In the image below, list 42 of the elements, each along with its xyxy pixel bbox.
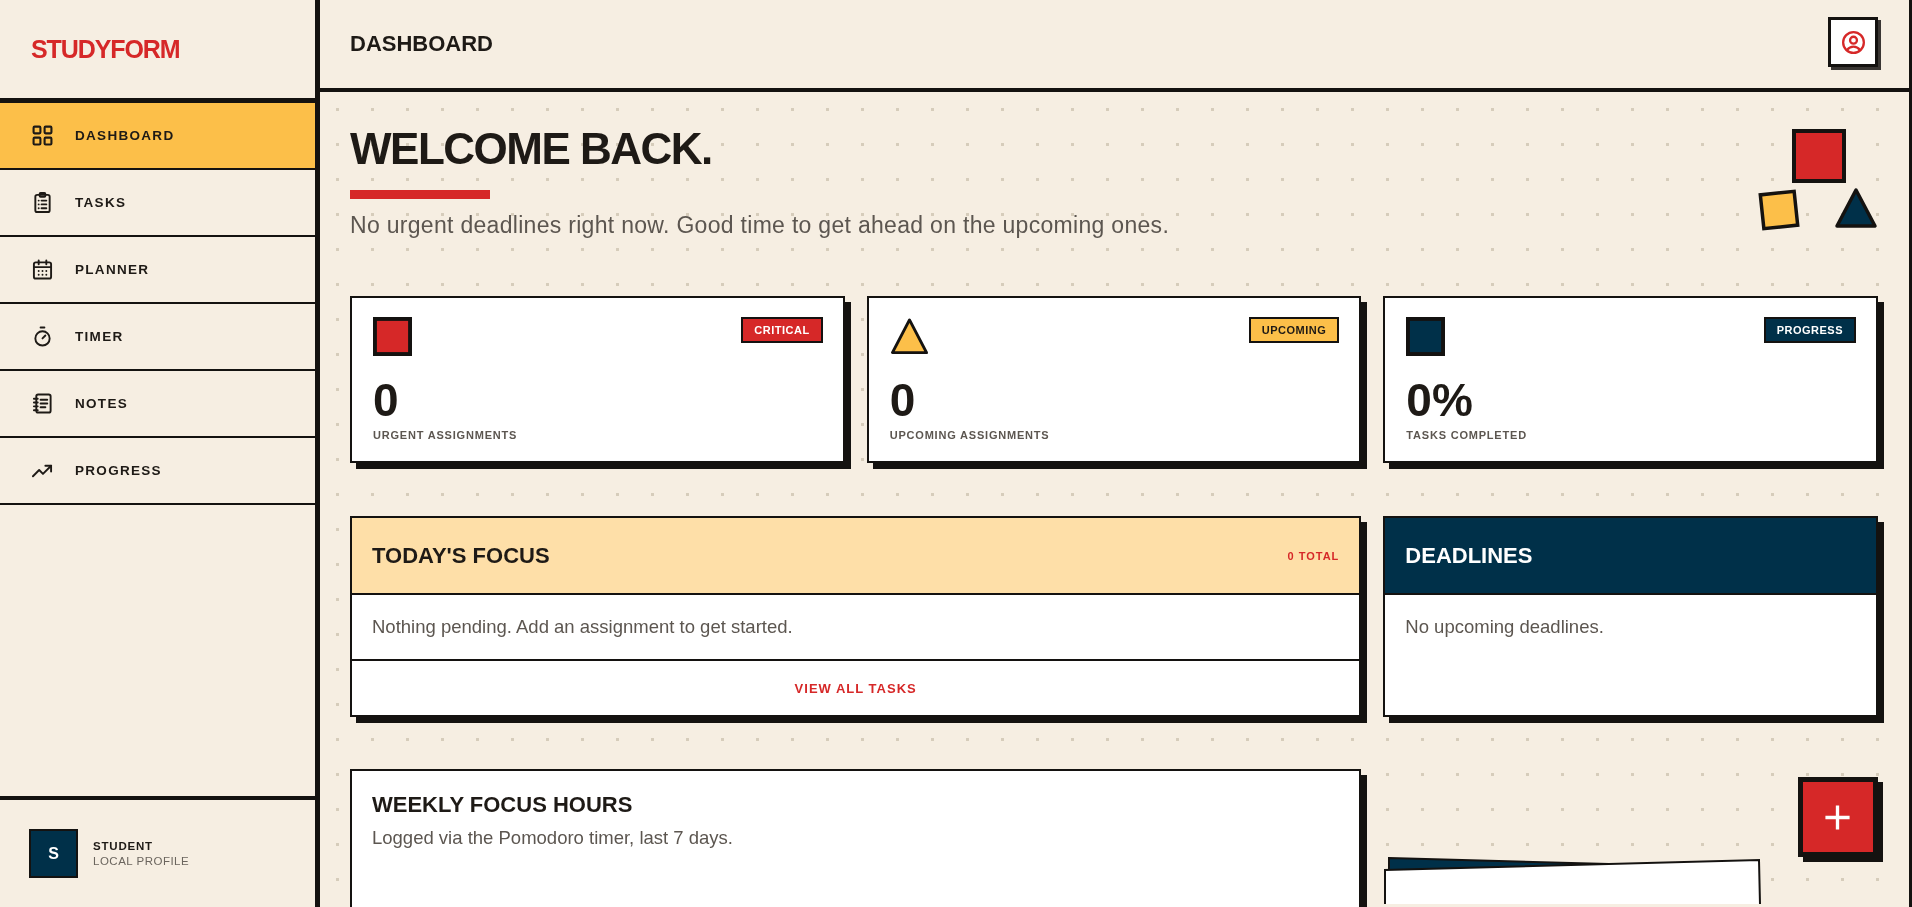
- stat-label: TASKS COMPLETED: [1406, 429, 1528, 443]
- stat-value: 0: [373, 377, 400, 424]
- view-all-link[interactable]: VIEW ALL TASKS: [794, 680, 917, 696]
- nav-item[interactable]: TASKS: [0, 170, 315, 237]
- grid-icon: [32, 125, 53, 146]
- status-badge: UPCOMING: [1248, 317, 1340, 344]
- nav-item[interactable]: TIMER: [0, 304, 315, 371]
- stat-label: URGENT ASSIGNMENTS: [373, 429, 519, 443]
- stat-value: 0%: [1406, 377, 1474, 424]
- avatar: S: [29, 829, 78, 878]
- panel-title: TODAY'S FOCUS: [372, 542, 550, 569]
- stopwatch-icon: [32, 326, 53, 347]
- triangle-decoration: [1835, 188, 1877, 228]
- nav-item[interactable]: NOTES: [0, 371, 315, 438]
- card-title: WEEKLY FOCUS HOURS: [372, 792, 634, 819]
- empty-message: Nothing pending. Add an assignment to get started.: [372, 616, 793, 638]
- stat-label: UPCOMING ASSIGNMENTS: [889, 429, 1051, 443]
- calendar-icon: [32, 259, 53, 280]
- nav-item[interactable]: PROGRESS: [0, 438, 315, 505]
- profile-button[interactable]: [1828, 17, 1878, 67]
- plus-icon: [1825, 804, 1851, 830]
- status-badge: PROGRESS: [1763, 317, 1856, 344]
- user-icon: [1841, 30, 1865, 54]
- notebook-icon: [32, 393, 53, 414]
- trend-up-icon: [32, 463, 53, 478]
- clipboard-icon: [32, 192, 53, 213]
- welcome-message: No urgent deadlines right now. Good time to get ahead on the upcoming ones.: [350, 211, 1170, 241]
- nav-item[interactable]: PLANNER: [0, 237, 315, 304]
- profile-subtitle: LOCAL PROFILE: [93, 855, 190, 867]
- panel-title: DEADLINES: [1405, 542, 1533, 569]
- app-logo: STUDYFORM: [31, 34, 180, 64]
- status-badge: CRITICAL: [741, 317, 823, 344]
- empty-message: No upcoming deadlines.: [1405, 616, 1604, 638]
- profile-name: STUDENT: [93, 840, 154, 852]
- tilted-square-decoration: [1758, 189, 1800, 231]
- stat-value: 0: [889, 377, 917, 424]
- welcome-heading: WELCOME BACK.: [350, 125, 713, 174]
- square-decoration: [1792, 129, 1846, 183]
- nav-item[interactable]: DASHBOARD: [0, 103, 315, 170]
- page-title: DASHBOARD: [350, 31, 493, 57]
- card-subtitle: Logged via the Pomodoro timer, last 7 days.: [372, 825, 734, 850]
- task-count: 0 TOTAL: [1287, 549, 1340, 562]
